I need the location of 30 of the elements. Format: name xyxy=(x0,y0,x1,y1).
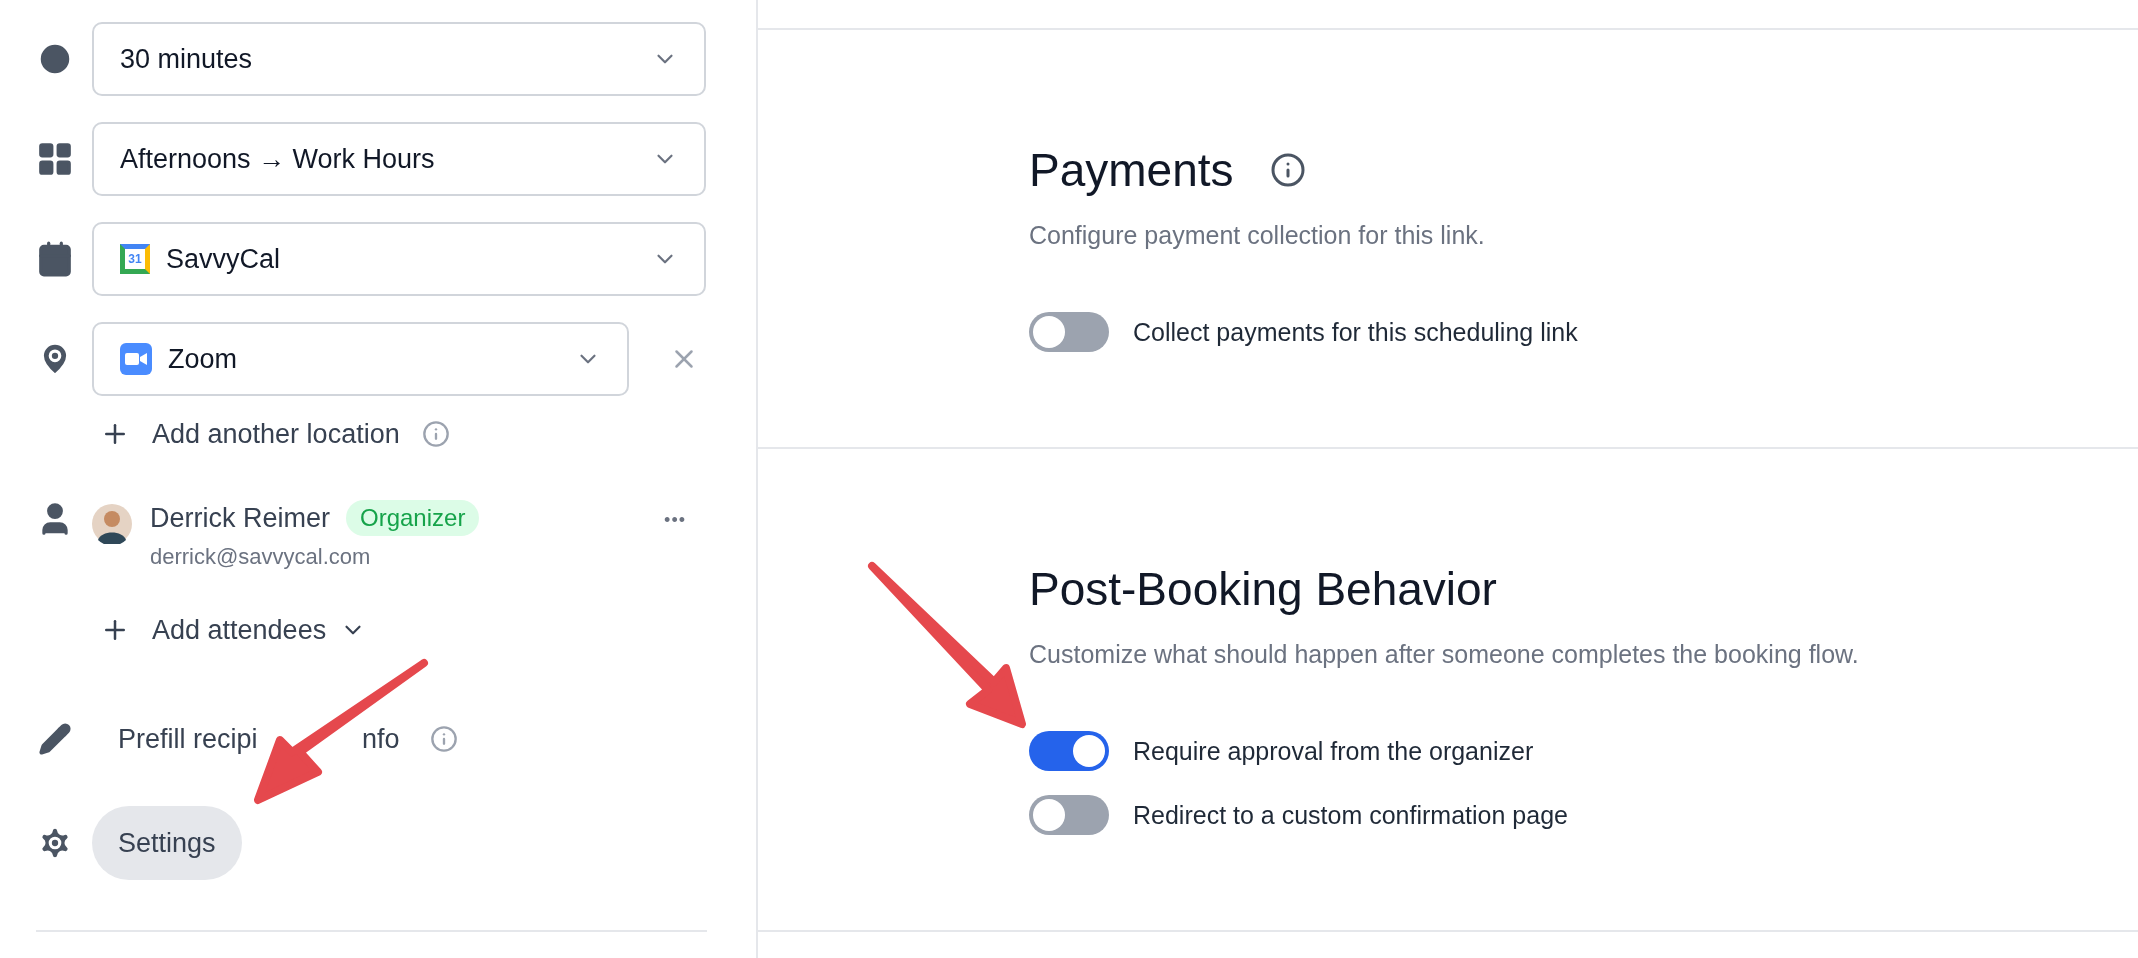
toggle-label: Redirect to a custom confirmation page xyxy=(1133,800,1568,830)
toggle-switch[interactable] xyxy=(1029,731,1109,771)
toggle-label: Collect payments for this scheduling link xyxy=(1133,317,1578,347)
more-button[interactable]: ••• xyxy=(664,510,686,531)
dropdown-select[interactable]: 30 minutes xyxy=(92,22,706,96)
info-icon[interactable] xyxy=(1269,152,1306,188)
attendee-email: derrick@savvycal.com xyxy=(150,544,372,570)
grid-icon xyxy=(36,140,74,178)
organizer-badge: Organizer xyxy=(346,500,480,536)
toggle-switch[interactable] xyxy=(1029,795,1109,835)
toggle-switch[interactable] xyxy=(1029,312,1109,352)
calendar-logo: 31 xyxy=(120,244,150,274)
dropdown-select[interactable]: 31 SavvyCal xyxy=(92,222,706,296)
add-attendees-button[interactable]: Add attendees xyxy=(152,614,327,646)
settings-tab[interactable]: Settings xyxy=(92,806,242,880)
add-location-link[interactable]: Add another location xyxy=(152,418,400,450)
section-title: Payments xyxy=(1029,143,1234,198)
prefill-link[interactable]: nfo xyxy=(362,723,400,755)
pencil-icon xyxy=(38,722,72,756)
video-camera-logo xyxy=(120,343,152,375)
calendar-icon xyxy=(36,240,74,278)
avatar xyxy=(92,504,132,544)
prefill-link[interactable]: Prefill recipi xyxy=(118,723,362,755)
attendee-name: Derrick Reimer xyxy=(150,502,330,534)
section-description: Configure payment collection for this link. xyxy=(1029,221,1486,250)
toggle-label: Require approval from the organizer xyxy=(1133,736,1534,766)
section-description: Customize what should happen after someone completes the booking flow. xyxy=(1029,640,1860,669)
dropdown-select[interactable]: Afternoons → Work Hours xyxy=(92,122,706,196)
section-title: Post-Booking Behavior xyxy=(1029,562,1497,617)
dropdown-select[interactable]: Zoom xyxy=(92,322,629,396)
